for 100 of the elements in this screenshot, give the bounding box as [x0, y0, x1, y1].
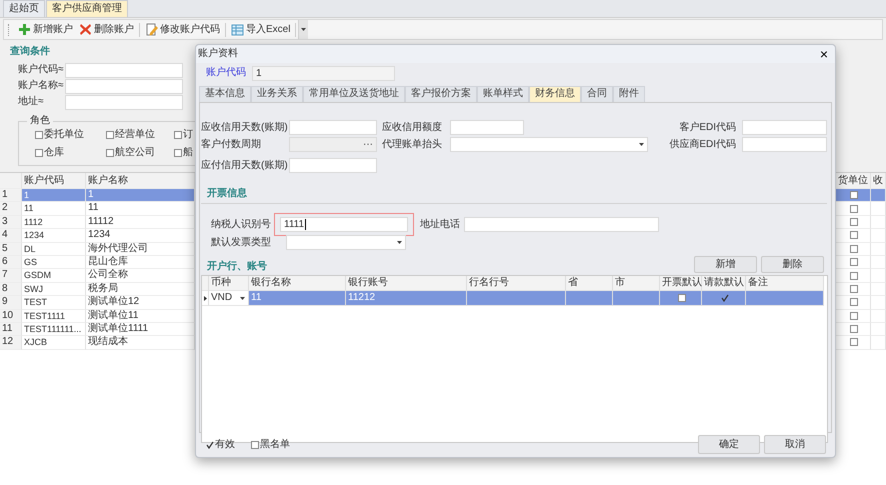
input-field[interactable]	[742, 137, 827, 152]
tab[interactable]: 财务信息	[529, 86, 581, 102]
row-number: 1	[0, 189, 22, 202]
row-number: 9	[0, 296, 22, 310]
input-field[interactable]	[742, 120, 827, 135]
checkbox[interactable]	[850, 231, 858, 240]
input-field[interactable]	[65, 62, 183, 78]
row-number: 6	[0, 256, 22, 270]
column-header	[0, 173, 22, 189]
checkbox[interactable]	[850, 325, 858, 334]
table-cell: TEST111111...	[22, 322, 86, 336]
table-cell: 1234	[22, 229, 86, 243]
checkbox-label: 委托单位	[44, 129, 84, 141]
table-cell: XJCB	[22, 336, 86, 350]
input-field[interactable]	[65, 94, 183, 110]
row-number: 2	[0, 202, 22, 216]
caret-icon	[301, 28, 306, 31]
table-cell	[566, 291, 613, 306]
checkbox[interactable]	[850, 244, 858, 253]
dialog-button[interactable]: 取消	[764, 435, 826, 454]
table-cell: GSDM	[22, 269, 86, 283]
checkbox[interactable]	[35, 149, 43, 157]
toolbar-button[interactable]: 导入Excel	[228, 22, 294, 37]
tab[interactable]: 合同	[581, 86, 613, 102]
column-header: 省	[566, 276, 613, 291]
checkbox-label: 经营单位	[115, 129, 155, 141]
tab[interactable]: 账单样式	[477, 86, 529, 102]
tab[interactable]: 客户报价方案	[405, 86, 477, 102]
table-cell: SWJ	[22, 282, 86, 296]
field-label: 账户代码	[206, 67, 246, 79]
page-tab[interactable]: 客户供应商管理	[46, 0, 128, 17]
checkbox-label: 仓库	[44, 147, 64, 159]
page-tab[interactable]: 起始页	[3, 0, 45, 17]
checkbox[interactable]	[174, 131, 182, 139]
tab[interactable]: 常用单位及送货地址	[303, 86, 405, 102]
toolbar-dropdown[interactable]	[298, 20, 308, 39]
table-cell: GS	[22, 256, 86, 270]
input-field[interactable]: 1111	[280, 217, 408, 232]
dropdown[interactable]: VND	[209, 291, 249, 306]
toolbar-button[interactable]: 新增账户	[15, 22, 76, 37]
column-header: 备注	[746, 276, 824, 291]
field-label: 应收信用额度	[382, 122, 443, 134]
checkbox[interactable]	[850, 284, 858, 293]
input-field[interactable]	[65, 78, 183, 94]
checkbox[interactable]	[850, 312, 858, 320]
window-title: 账户资料	[198, 48, 238, 60]
checkbox-label: 黑名单	[260, 438, 290, 450]
caret-icon	[240, 296, 245, 300]
checkbox[interactable]	[251, 440, 259, 448]
field-label: 账户代码≈	[18, 64, 64, 76]
column-header: 行名行号	[467, 276, 566, 291]
checkbox[interactable]	[850, 338, 858, 346]
checkbox-label: 订	[183, 129, 193, 141]
table-cell: 1	[22, 189, 86, 202]
column-header: 市	[613, 276, 660, 291]
tab[interactable]: 附件	[613, 86, 645, 102]
input-field[interactable]	[464, 217, 659, 232]
tab[interactable]: 基本信息	[199, 86, 251, 102]
checkbox[interactable]	[850, 298, 858, 306]
checkbox-label: 航空公司	[115, 147, 155, 159]
field-label: 地址≈	[18, 96, 44, 108]
checkbox[interactable]	[850, 204, 858, 213]
checkbox[interactable]	[678, 294, 686, 302]
checkbox[interactable]	[850, 191, 858, 200]
checkbox[interactable]	[106, 131, 114, 139]
row-number: 4	[0, 229, 22, 243]
spreadsheet-icon	[231, 23, 244, 36]
input-field[interactable]: 1	[252, 66, 395, 80]
action-button[interactable]: 新增	[694, 256, 757, 273]
input-field[interactable]	[289, 158, 377, 173]
checkbox[interactable]	[720, 294, 728, 302]
checkbox[interactable]	[206, 440, 214, 448]
field-label: 代理账单抬头	[382, 138, 443, 150]
checkbox[interactable]	[106, 149, 114, 157]
table-cell: 11212	[346, 291, 467, 306]
table-cell: TEST	[22, 296, 86, 310]
tab[interactable]: 业务关系	[251, 86, 303, 102]
checkbox[interactable]	[850, 218, 858, 226]
toolbar-button[interactable]: 修改账户代码	[142, 22, 223, 37]
column-header: 账户代码	[22, 173, 86, 189]
dialog-button[interactable]: 确定	[698, 435, 760, 454]
row-number: 7	[0, 269, 22, 283]
group-title: 角色	[29, 116, 51, 126]
column-header: 币种	[209, 276, 249, 291]
toolbar-button[interactable]: 删除账户	[76, 22, 137, 37]
field-label: 纳税人识别号	[211, 218, 272, 230]
field-label: 账户名称≈	[18, 80, 64, 92]
table-cell: 11	[249, 291, 346, 306]
row-number: 5	[0, 242, 22, 256]
action-button[interactable]: 删除	[761, 256, 824, 273]
checkbox[interactable]	[174, 149, 182, 157]
checkbox[interactable]	[850, 272, 858, 280]
field-label: 应付信用天数(账期)	[201, 160, 289, 172]
input-field[interactable]	[450, 120, 524, 135]
close-button[interactable]: ×	[812, 47, 835, 61]
row-pointer-icon	[204, 296, 206, 300]
input-field[interactable]	[289, 120, 377, 135]
row-number: 10	[0, 310, 22, 323]
checkbox[interactable]	[850, 258, 858, 266]
checkbox[interactable]	[35, 131, 43, 139]
